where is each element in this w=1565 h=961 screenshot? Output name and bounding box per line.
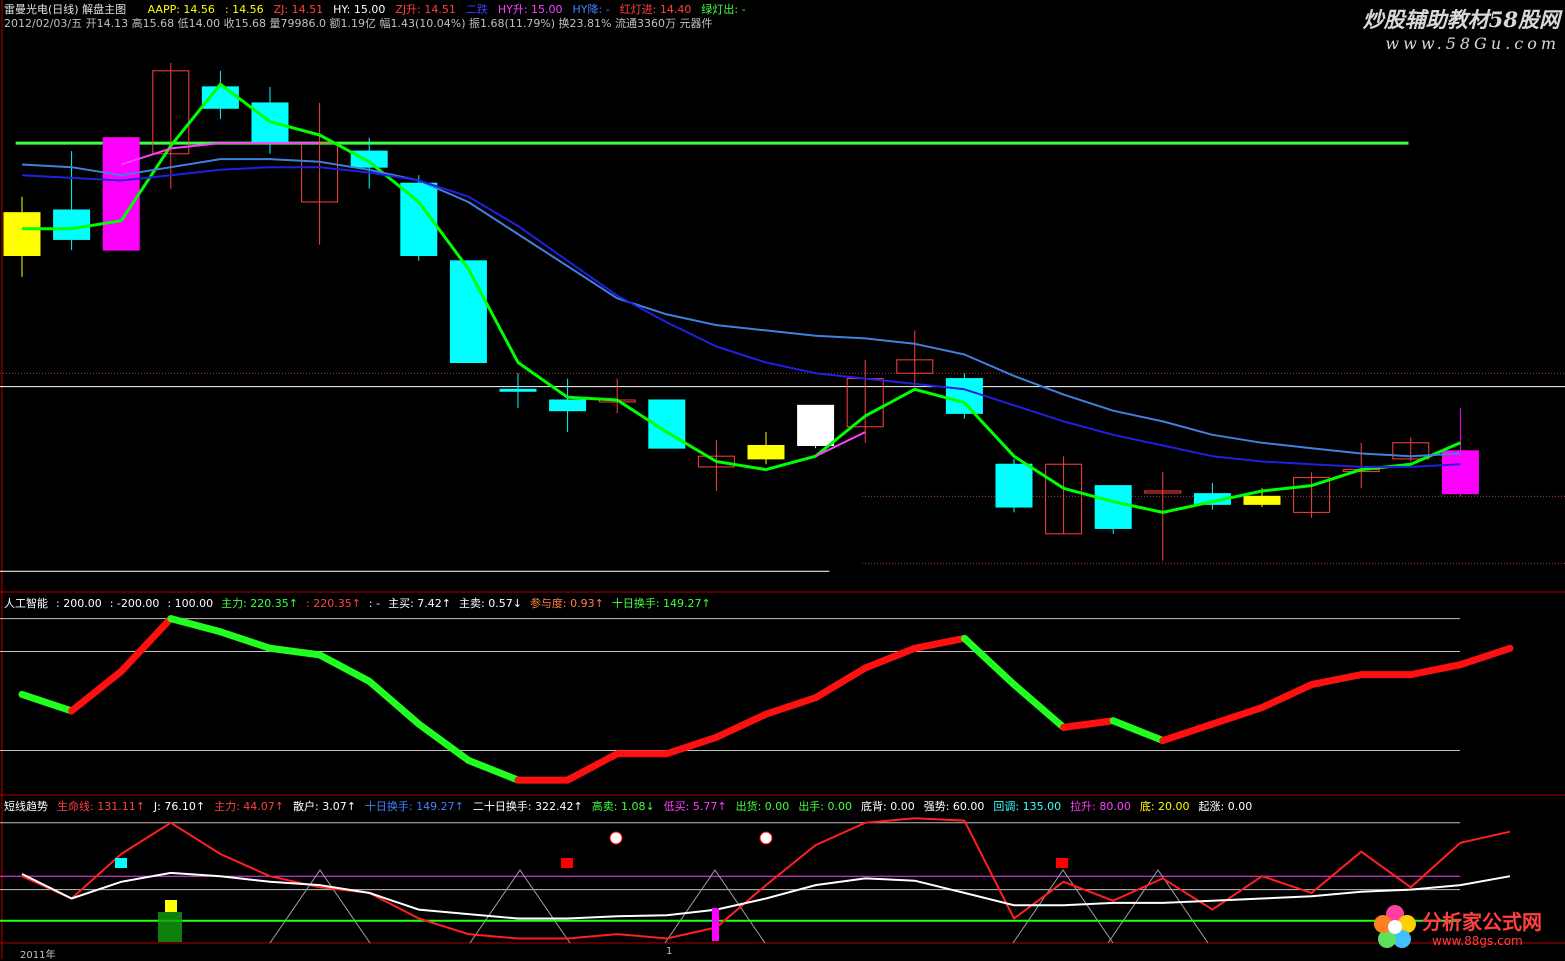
header-value: 主力: 220.35↑ bbox=[221, 597, 298, 610]
header-value: 拉升: 80.00 bbox=[1070, 800, 1131, 813]
header-value: 高卖: 1.08↓ bbox=[591, 800, 655, 813]
ai-indicator-segment bbox=[1159, 720, 1216, 745]
ai-indicator-segment bbox=[1258, 681, 1316, 712]
header-value: 参与度: 0.93↑ bbox=[529, 597, 604, 610]
ai-indicator-segment bbox=[117, 615, 175, 675]
header-value: : 100.00 bbox=[167, 597, 214, 610]
ai-indicator-segment bbox=[911, 634, 968, 652]
ai-indicator-segment bbox=[216, 628, 274, 652]
marker-block bbox=[712, 908, 719, 941]
candle-body bbox=[449, 260, 487, 364]
header-value: 生命线: 131.11↑ bbox=[57, 800, 145, 813]
header-value: 出手: 0.00 bbox=[798, 800, 853, 813]
cycle-triangle bbox=[1012, 869, 1114, 944]
header-value: 短线趋势 bbox=[4, 800, 48, 813]
candle-body bbox=[995, 463, 1033, 508]
header-value: 十日换手: 149.27↑ bbox=[364, 800, 464, 813]
header-value: 低买: 5.77↑ bbox=[663, 800, 727, 813]
moving-average-line bbox=[21, 158, 1461, 458]
flower-logo-icon bbox=[1372, 904, 1418, 950]
watermark-bottom-url: www.88gs.com bbox=[1432, 934, 1523, 948]
header-value: 起涨: 0.00 bbox=[1198, 800, 1253, 813]
watermark-top-url: www.58Gu.com bbox=[1385, 34, 1560, 53]
header-value: 主力: 44.07↑ bbox=[214, 800, 284, 813]
header-value: 散户: 3.07↑ bbox=[293, 800, 356, 813]
cycle-triangle bbox=[469, 869, 571, 944]
moving-average-line bbox=[120, 142, 866, 458]
marker-block bbox=[165, 900, 177, 912]
ai-indicator-segment bbox=[1456, 644, 1514, 669]
watermark-top-title: 炒股辅助教材58股网 bbox=[1362, 7, 1560, 32]
header-value: 主卖: 0.57↓ bbox=[459, 597, 522, 610]
ai-indicator-segment bbox=[68, 667, 125, 715]
header-value: : 220.35↑ bbox=[306, 597, 361, 610]
ai-indicator-segment bbox=[316, 651, 373, 685]
candle-body bbox=[945, 378, 983, 414]
x-axis-label-1: 1 bbox=[666, 946, 673, 957]
panel2-header: 人工智能 : 200.00 : -200.00 : 100.00 主力: 220.35↑… bbox=[4, 595, 719, 611]
ai-indicator-segment bbox=[1308, 671, 1365, 689]
header-value: : - bbox=[368, 597, 381, 610]
ai-indicator-segment bbox=[415, 720, 472, 764]
stock-chart bbox=[0, 0, 1565, 959]
ai-indicator-segment bbox=[564, 750, 621, 784]
ai-indicator-segment bbox=[464, 756, 522, 784]
ai-indicator-segment bbox=[663, 733, 720, 758]
header-value: 底: 20.00 bbox=[1139, 800, 1190, 813]
ai-indicator-segment bbox=[812, 664, 869, 702]
ai-indicator-segment bbox=[1060, 717, 1117, 731]
watermark-bottom-title: 分析家公式网 bbox=[1422, 910, 1542, 934]
header-value: J: 76.10↑ bbox=[153, 800, 206, 813]
chart-header: 雷曼光电(日线) 解盘主图 AAPP: 14.56: 14.56 ZJ: 14.5… bbox=[4, 1, 756, 16]
candle-body bbox=[1441, 450, 1479, 495]
marker-block bbox=[1056, 858, 1068, 868]
header-value: 底背: 0.00 bbox=[861, 800, 915, 813]
header-value: 二十日换手: 322.42↑ bbox=[472, 800, 583, 813]
ai-indicator-segment bbox=[960, 634, 1018, 689]
ai-indicator-segment bbox=[266, 644, 324, 659]
moving-average-line bbox=[22, 82, 1461, 514]
header-value: 回调: 135.00 bbox=[993, 800, 1062, 813]
panel3-header: 短线趋势 生命线: 131.11↑ J: 76.10↑ 主力: 44.07↑ 散户: 3… bbox=[4, 798, 1261, 814]
ai-indicator-segment bbox=[712, 710, 770, 741]
candle-body bbox=[1243, 495, 1281, 505]
candle-body bbox=[747, 444, 785, 460]
candle-body bbox=[797, 404, 835, 446]
header-value: 出货: 0.00 bbox=[735, 800, 790, 813]
ai-indicator-segment bbox=[365, 677, 423, 728]
candle-body bbox=[549, 399, 587, 412]
marker-block bbox=[158, 912, 182, 942]
ai-indicator-segment bbox=[1109, 717, 1167, 745]
header-value: 人工智能 bbox=[4, 597, 48, 610]
candle-body bbox=[3, 212, 41, 256]
trend-line bbox=[21, 871, 1511, 920]
candle-body bbox=[499, 388, 537, 392]
header-value: 十日换手: 149.27↑ bbox=[611, 597, 711, 610]
watermark-bottom: 分析家公式网 www.88gs.com bbox=[1372, 900, 1562, 958]
header-value: 主买: 7.42↑ bbox=[388, 597, 452, 610]
info-line: 2012/02/03/五 开14.13 高15.68 低14.00 收15.68… bbox=[4, 17, 713, 30]
marker-block bbox=[115, 858, 127, 868]
ai-indicator-segment bbox=[1208, 704, 1266, 728]
header-value: 强势: 60.00 bbox=[923, 800, 985, 813]
ai-indicator-segment bbox=[167, 615, 224, 636]
watermark-top: 炒股辅助教材58股网 www.58Gu.com bbox=[1352, 4, 1560, 53]
header-value: : -200.00 bbox=[109, 597, 160, 610]
candle-body bbox=[102, 137, 140, 251]
ai-indicator-segment bbox=[1407, 661, 1464, 679]
signal-circle-icon bbox=[609, 831, 623, 845]
ai-indicator-segment bbox=[762, 694, 820, 718]
marker-block bbox=[561, 858, 573, 868]
header-value: : 200.00 bbox=[56, 597, 102, 610]
ai-indicator-segment bbox=[1010, 681, 1068, 731]
signal-circle-icon bbox=[759, 831, 773, 845]
ai-indicator-segment bbox=[18, 690, 76, 715]
candle-body bbox=[53, 209, 91, 240]
candle-body bbox=[1094, 485, 1132, 529]
cycle-triangle bbox=[269, 869, 371, 944]
moving-average-line bbox=[21, 166, 1461, 468]
